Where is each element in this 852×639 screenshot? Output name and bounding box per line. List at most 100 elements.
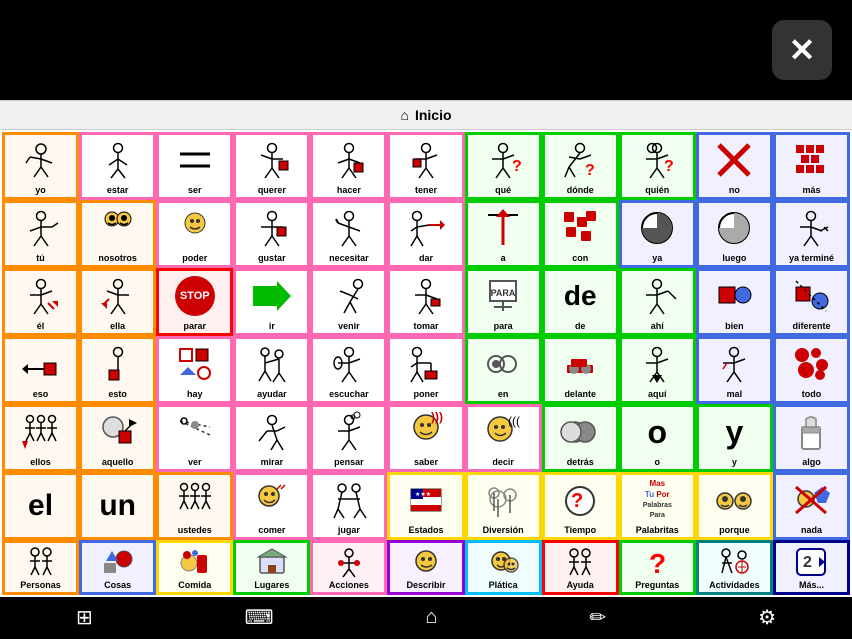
cell-el[interactable]: él — [2, 268, 79, 336]
diversion-label: Diversión — [481, 525, 526, 537]
cell-ser[interactable]: ser — [156, 132, 233, 200]
cell-dar[interactable]: dar — [387, 200, 464, 268]
cell-el-article[interactable]: el — [2, 472, 79, 540]
cell-venir[interactable]: venir — [310, 268, 387, 336]
cell-bien[interactable]: bien — [696, 268, 773, 336]
cell-donde[interactable]: ? dónde — [542, 132, 619, 200]
cell-mas[interactable]: más — [773, 132, 850, 200]
cell-todo[interactable]: todo — [773, 336, 850, 404]
pencil-toolbar-icon[interactable]: ✏ — [589, 605, 606, 630]
cell-tu[interactable]: tú — [2, 200, 79, 268]
cell-ayuda[interactable]: Ayuda — [542, 540, 619, 595]
preguntas-label: Preguntas — [633, 580, 681, 592]
cell-que[interactable]: ? qué — [465, 132, 542, 200]
cell-ustedes[interactable]: ustedes — [156, 472, 233, 540]
cell-hacer[interactable]: hacer — [310, 132, 387, 200]
cell-estados[interactable]: ★★★ Estados — [387, 472, 464, 540]
cell-ella[interactable]: ella — [79, 268, 156, 336]
no-label: no — [727, 185, 742, 197]
stop-sign: STOP — [175, 276, 215, 316]
cell-yo[interactable]: yo — [2, 132, 79, 200]
cell-algo[interactable]: algo — [773, 404, 850, 472]
cell-ahi[interactable]: ahí — [619, 268, 696, 336]
cell-hay[interactable]: hay — [156, 336, 233, 404]
cell-actividades[interactable]: Actividades — [696, 540, 773, 595]
cell-aqui[interactable]: aquí — [619, 336, 696, 404]
cell-querer[interactable]: querer — [233, 132, 310, 200]
cell-jugar[interactable]: jugar — [310, 472, 387, 540]
ellos-icon — [5, 407, 76, 457]
cell-en[interactable]: en — [465, 336, 542, 404]
escuchar-label: escuchar — [327, 389, 371, 401]
cell-ya-termine[interactable]: ya terminé — [773, 200, 850, 268]
cell-nada[interactable]: nada — [773, 472, 850, 540]
cell-tener[interactable]: tener — [387, 132, 464, 200]
cell-palabritas[interactable]: Mas Tu Por PalabrasPara Palabritas — [619, 472, 696, 540]
cell-delante[interactable]: delante — [542, 336, 619, 404]
cell-eso[interactable]: eso — [2, 336, 79, 404]
svg-text:★★★: ★★★ — [415, 491, 431, 498]
cell-mirar[interactable]: mirar — [233, 404, 310, 472]
cell-esto[interactable]: esto — [79, 336, 156, 404]
cell-quien[interactable]: ? quién — [619, 132, 696, 200]
cell-comer[interactable]: comer — [233, 472, 310, 540]
cell-platica[interactable]: Plática — [465, 540, 542, 595]
cell-necesitar[interactable]: necesitar — [310, 200, 387, 268]
estados-label: Estados — [407, 525, 446, 537]
cell-ver[interactable]: ver — [156, 404, 233, 472]
cell-un-article[interactable]: un — [79, 472, 156, 540]
cell-a[interactable]: a — [465, 200, 542, 268]
cell-ellos[interactable]: ellos — [2, 404, 79, 472]
cell-tiempo[interactable]: ? Tiempo — [542, 472, 619, 540]
cell-acciones[interactable]: Acciones — [310, 540, 387, 595]
cell-ya[interactable]: ya — [619, 200, 696, 268]
grid-toolbar-icon[interactable]: ⊞ — [76, 605, 93, 630]
cell-no[interactable]: no — [696, 132, 773, 200]
cell-estar[interactable]: estar — [79, 132, 156, 200]
cell-pensar[interactable]: pensar — [310, 404, 387, 472]
cell-ayudar[interactable]: ayudar — [233, 336, 310, 404]
cell-porque[interactable]: porque — [696, 472, 773, 540]
cell-mas-nav[interactable]: 2 Más... — [773, 540, 850, 595]
no-icon — [699, 135, 770, 185]
todo-icon — [776, 339, 847, 389]
poner-label: poner — [412, 389, 441, 401]
bien-icon — [699, 271, 770, 321]
cell-gustar[interactable]: gustar — [233, 200, 310, 268]
cell-luego[interactable]: luego — [696, 200, 773, 268]
cell-ir[interactable]: ir — [233, 268, 310, 336]
cell-y[interactable]: y y — [696, 404, 773, 472]
cell-preguntas[interactable]: ? Preguntas — [619, 540, 696, 595]
cell-o[interactable]: o o — [619, 404, 696, 472]
cell-poner[interactable]: poner — [387, 336, 464, 404]
eso-icon — [5, 339, 76, 389]
keyboard-toolbar-icon[interactable]: ⌨ — [245, 605, 274, 630]
cell-diversion[interactable]: Diversión — [465, 472, 542, 540]
cell-decir[interactable]: ((( decir — [465, 404, 542, 472]
acciones-label: Acciones — [327, 580, 371, 592]
cell-poder[interactable]: poder — [156, 200, 233, 268]
bien-label: bien — [723, 321, 746, 333]
cell-cosas[interactable]: Cosas — [79, 540, 156, 595]
cell-detras[interactable]: detrás — [542, 404, 619, 472]
que-icon: ? — [468, 135, 539, 185]
cell-saber[interactable]: ))) saber — [387, 404, 464, 472]
gear-toolbar-icon[interactable]: ⚙ — [758, 605, 776, 630]
cell-escuchar[interactable]: escuchar — [310, 336, 387, 404]
cell-mal[interactable]: mal — [696, 336, 773, 404]
cell-diferente[interactable]: diferente — [773, 268, 850, 336]
cell-parar[interactable]: STOP parar — [156, 268, 233, 336]
cell-para[interactable]: PARA para — [465, 268, 542, 336]
cell-lugares[interactable]: Lugares — [233, 540, 310, 595]
home-toolbar-icon[interactable]: ⌂ — [425, 606, 437, 629]
close-button[interactable]: ✕ — [772, 20, 832, 80]
cell-describir[interactable]: Describir — [387, 540, 464, 595]
cell-nosotros[interactable]: nosotros — [79, 200, 156, 268]
cell-aquello[interactable]: aquello — [79, 404, 156, 472]
cell-comida[interactable]: Comida — [156, 540, 233, 595]
cell-tomar[interactable]: tomar — [387, 268, 464, 336]
venir-icon — [313, 271, 384, 321]
cell-personas[interactable]: Personas — [2, 540, 79, 595]
cell-de[interactable]: de de — [542, 268, 619, 336]
cell-con[interactable]: con — [542, 200, 619, 268]
